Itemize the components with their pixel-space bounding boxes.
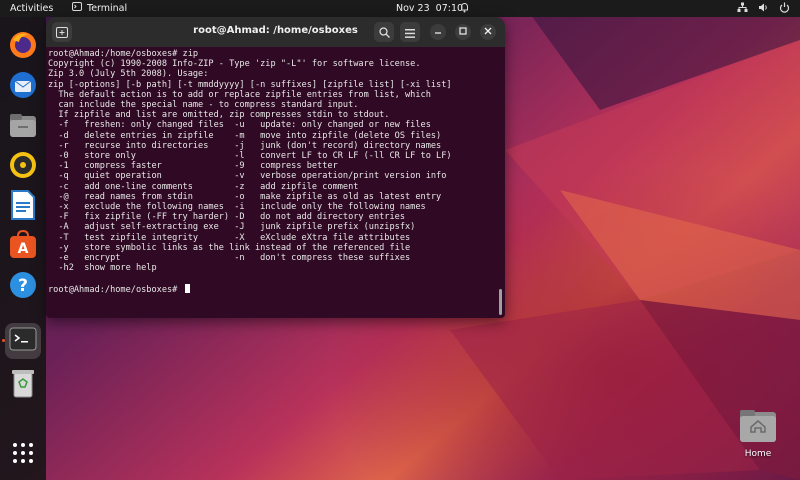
terminal-line-text: -e encrypt -n don't compress these suffi… — [48, 253, 411, 263]
terminal-output[interactable]: root@Ahmad:/home/osboxes# zip Copyright (… — [46, 47, 496, 318]
terminal-line-text: -A adjust self-extracting exe -J junk zi… — [48, 222, 416, 233]
text-cursor — [184, 283, 190, 293]
terminal-line-text: zip [-options] [-b path] [-t mmddyyyy] [… — [48, 79, 452, 90]
dock-item-files[interactable] — [5, 109, 41, 145]
app-center-icon: A — [8, 229, 38, 264]
dock-item-writer[interactable] — [5, 189, 41, 225]
terminal-line-text: -@ read names from stdin -o make zipfile… — [48, 191, 442, 202]
close-button[interactable] — [480, 24, 496, 40]
terminal-small-icon — [72, 2, 82, 14]
terminal-line-text: -h2 show more help — [48, 263, 157, 274]
hamburger-menu-icon — [405, 23, 415, 42]
terminal-line-text: -x exclude the following names -i includ… — [48, 202, 426, 212]
desktop-home-folder[interactable] — [738, 408, 778, 444]
power-icon — [779, 2, 790, 16]
terminal-line-text: The default action is to add or replace … — [48, 89, 431, 100]
app-menu[interactable]: Terminal — [72, 2, 127, 14]
dock-item-terminal[interactable] — [5, 323, 41, 359]
dock-item-show-apps[interactable] — [5, 437, 41, 473]
volume-icon — [758, 2, 769, 16]
terminal-line-text: Zip 3.0 (July 5th 2008). Usage: — [48, 69, 209, 80]
dock-item-help[interactable]: ? — [5, 269, 41, 305]
terminal-line-text: root@Ahmad:/home/osboxes# zip — [48, 49, 199, 59]
system-tray[interactable] — [737, 2, 790, 16]
terminal-line-text: -T test zipfile integrity -X eXclude eXt… — [48, 232, 411, 243]
terminal-line-text: -r recurse into directories -j junk (don… — [48, 140, 442, 151]
svg-text:A: A — [18, 241, 29, 257]
activities-button[interactable]: Activities — [10, 3, 53, 14]
dock: A ? — [0, 17, 46, 480]
files-icon — [8, 111, 38, 143]
dock-item-firefox[interactable] — [5, 29, 41, 65]
maximize-button[interactable] — [455, 24, 471, 40]
clock[interactable]: Nov 23 07:10 — [396, 3, 463, 14]
terminal-icon — [9, 327, 37, 355]
terminal-line: -h2 show more help — [48, 263, 157, 274]
dock-item-thunderbird[interactable] — [5, 69, 41, 105]
maximize-icon — [459, 26, 467, 38]
thunderbird-icon — [8, 70, 38, 104]
app-menu-label: Terminal — [87, 2, 128, 14]
terminal-line-text: -q quiet operation -v verbose operation/… — [48, 171, 447, 182]
minimize-icon — [434, 27, 442, 38]
terminal-line-text: -0 store only -l convert LF to CR LF (-l… — [48, 151, 452, 161]
terminal-line-text: root@Ahmad:/home/osboxes# — [48, 284, 183, 295]
trash-icon — [11, 368, 35, 402]
running-indicator — [2, 339, 5, 342]
help-icon: ? — [8, 270, 38, 304]
rhythmbox-icon — [8, 150, 38, 184]
time-label: 07:10 — [435, 3, 464, 14]
dock-item-rhythmbox[interactable] — [5, 149, 41, 185]
search-icon — [378, 23, 390, 42]
menu-button[interactable] — [400, 22, 420, 42]
terminal-line-text: -f freshen: only changed files -u update… — [48, 120, 431, 131]
notification-bell-icon[interactable] — [460, 2, 469, 16]
home-folder-icon — [738, 410, 778, 448]
terminal-window[interactable]: root@Ahmad: /home/osboxes root@Ahmad:/ho… — [46, 17, 505, 318]
minimize-button[interactable] — [430, 24, 446, 40]
show-apps-icon — [12, 442, 34, 468]
terminal-line-text: -F fix zipfile (-FF try harder) -D do no… — [48, 212, 405, 223]
svg-text:?: ? — [18, 276, 28, 296]
terminal-scrollbar[interactable] — [499, 289, 502, 315]
terminal-line-text: -d delete entries in zipfile -m move int… — [48, 130, 442, 141]
firefox-icon — [8, 30, 38, 64]
terminal-line: root@Ahmad:/home/osboxes# — [48, 283, 190, 295]
dock-item-trash[interactable] — [5, 367, 41, 403]
close-icon — [484, 27, 492, 38]
date-label: Nov 23 — [396, 3, 430, 14]
dock-item-app-center[interactable]: A — [5, 229, 41, 265]
top-bar: Activities Terminal Nov 23 07:10 — [0, 0, 800, 17]
home-folder-label: Home — [744, 449, 772, 459]
terminal-line-text: can include the special name - to compre… — [48, 100, 359, 110]
terminal-line-text: -y store symbolic links as the link inst… — [48, 242, 411, 253]
search-button[interactable] — [374, 22, 394, 42]
terminal-line-text: -1 compress faster -9 compress better — [48, 161, 338, 172]
terminal-line-text: -c add one-line comments -z add zipfile … — [48, 181, 359, 192]
terminal-header-bar[interactable]: root@Ahmad: /home/osboxes — [46, 17, 505, 47]
terminal-line-text: If zipfile and list are omitted, zip com… — [48, 110, 390, 121]
network-icon — [737, 2, 748, 16]
terminal-line-text: Copyright (c) 1990-2008 Info-ZIP - Type … — [48, 59, 421, 70]
libreoffice-writer-icon — [10, 190, 36, 224]
